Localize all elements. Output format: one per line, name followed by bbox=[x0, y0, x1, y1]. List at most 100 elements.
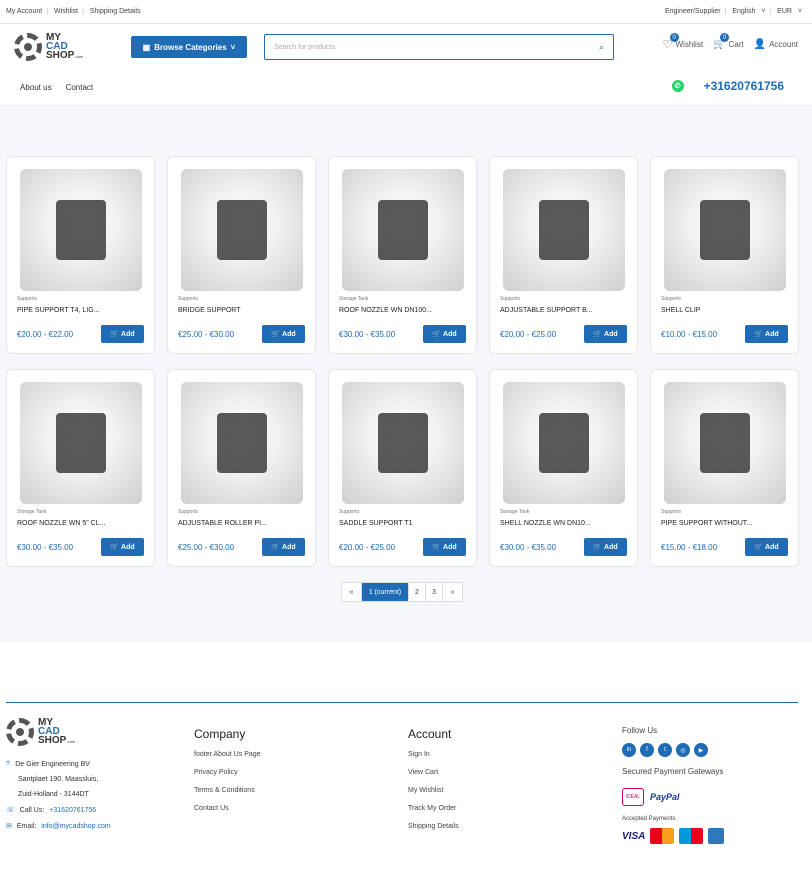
product-card[interactable]: Storage Tank ROOF NOZZLE WN DN100... €30.0… bbox=[328, 156, 477, 354]
product-name[interactable]: SHELL NOZZLE WN DN10... bbox=[500, 520, 627, 527]
product-image[interactable] bbox=[180, 382, 303, 504]
product-card[interactable]: Storage Tank ROOF NOZZLE WN 5" CL... €30.0… bbox=[6, 369, 155, 567]
currency-select[interactable]: EUR ˅ bbox=[777, 8, 802, 15]
product-category[interactable]: Supports bbox=[17, 296, 144, 302]
language-select[interactable]: English ˅ bbox=[732, 8, 765, 15]
footer-link-about[interactable]: footer.About Us Page bbox=[194, 751, 261, 758]
product-name[interactable]: PIPE SUPPORT WITHOUT... bbox=[661, 520, 788, 527]
product-category[interactable]: Supports bbox=[178, 296, 305, 302]
footer-email-link[interactable]: info@mycadshop.com bbox=[41, 823, 110, 830]
product-name[interactable]: PIPE SUPPORT T4, LIG... bbox=[17, 307, 144, 314]
add-to-cart-button[interactable]: 🛒 Add bbox=[745, 325, 788, 343]
youtube-icon[interactable]: ▶ bbox=[694, 743, 708, 757]
ideal-logo: iDEAL bbox=[622, 788, 644, 806]
product-name[interactable]: ADJUSTABLE ROLLER PI... bbox=[178, 520, 305, 527]
twitter-icon[interactable]: t bbox=[658, 743, 672, 757]
phone-link[interactable]: ✆ +31620761756 bbox=[671, 79, 798, 93]
product-image[interactable] bbox=[663, 382, 786, 504]
top-bar: My Account | Wishlist | Shipping Details E… bbox=[0, 0, 812, 24]
footer-link-wishlist[interactable]: My Wishlist bbox=[408, 787, 459, 794]
footer-address: MY CAD SHOP.com ⌾ De Gier Engineering BV … bbox=[6, 718, 122, 838]
product-name[interactable]: ROOF NOZZLE WN DN100... bbox=[339, 307, 466, 314]
product-category[interactable]: Storage Tank bbox=[500, 509, 627, 515]
footer-logo[interactable]: MY CAD SHOP.com bbox=[6, 718, 122, 746]
product-category[interactable]: Supports bbox=[178, 509, 305, 515]
product-image[interactable] bbox=[663, 169, 786, 291]
product-name[interactable]: ADJUSTABLE SUPPORT B... bbox=[500, 307, 627, 314]
product-card[interactable]: Supports PIPE SUPPORT WITHOUT... €15.00 - … bbox=[650, 369, 799, 567]
product-price: €30.00 - €35.00 bbox=[500, 542, 557, 552]
facebook-icon[interactable]: f bbox=[640, 743, 654, 757]
add-to-cart-button[interactable]: 🛒 Add bbox=[584, 325, 627, 343]
cart-icon: 🛒 bbox=[110, 544, 120, 551]
product-card[interactable]: Supports BRIDGE SUPPORT €25.00 - €30.00 🛒 Ad… bbox=[167, 156, 316, 354]
product-category[interactable]: Supports bbox=[500, 296, 627, 302]
page-2-button[interactable]: 2 bbox=[409, 583, 426, 601]
add-to-cart-button[interactable]: 🛒 Add bbox=[262, 325, 305, 343]
product-category[interactable]: Storage Tank bbox=[17, 509, 144, 515]
product-name[interactable]: ROOF NOZZLE WN 5" CL... bbox=[17, 520, 144, 527]
product-image[interactable] bbox=[341, 382, 464, 504]
wishlist-button[interactable]: ♡ 0 Wishlist bbox=[663, 33, 703, 51]
add-to-cart-button[interactable]: 🛒 Add bbox=[423, 538, 466, 556]
location-icon: ⌾ bbox=[6, 760, 11, 767]
first-page-button[interactable]: « bbox=[342, 583, 362, 601]
product-image[interactable] bbox=[19, 169, 142, 291]
instagram-icon[interactable]: ◎ bbox=[676, 743, 690, 757]
product-name[interactable]: BRIDGE SUPPORT bbox=[178, 307, 305, 314]
search-input[interactable]: Search for products ⌕ bbox=[264, 34, 614, 60]
product-card[interactable]: Supports SADDLE SUPPORT T1 €20.00 - €25.00… bbox=[328, 369, 477, 567]
add-to-cart-button[interactable]: 🛒 Add bbox=[101, 538, 144, 556]
product-image[interactable] bbox=[502, 382, 625, 504]
product-image[interactable] bbox=[502, 169, 625, 291]
page-3-button[interactable]: 3 bbox=[426, 583, 443, 601]
footer-link-contact[interactable]: Contact Us bbox=[194, 805, 261, 812]
add-to-cart-button[interactable]: 🛒 Add bbox=[423, 325, 466, 343]
site-logo[interactable]: MY CAD SHOP.com bbox=[14, 33, 130, 61]
browse-categories-button[interactable]: ▦ Browse Categories ˅ bbox=[131, 36, 247, 58]
footer-link-signin[interactable]: Sign In bbox=[408, 751, 459, 758]
product-price: €30.00 - €35.00 bbox=[339, 329, 396, 339]
add-to-cart-button[interactable]: 🛒 Add bbox=[584, 538, 627, 556]
product-card[interactable]: Supports SHELL CLIP €10.00 - €15.00 🛒 Add bbox=[650, 156, 799, 354]
wishlist-link[interactable]: Wishlist bbox=[54, 8, 78, 15]
footer-link-track[interactable]: Track My Order bbox=[408, 805, 459, 812]
cart-icon: 🛒 bbox=[271, 544, 281, 551]
paypal-logo: PayPal bbox=[650, 792, 680, 802]
product-grid: Supports PIPE SUPPORT T4, LIG... €20.00 - … bbox=[6, 156, 799, 567]
my-account-link[interactable]: My Account bbox=[6, 8, 42, 15]
product-category[interactable]: Supports bbox=[339, 509, 466, 515]
search-icon[interactable]: ⌕ bbox=[599, 42, 604, 53]
nav-about[interactable]: About us bbox=[20, 83, 52, 92]
product-name[interactable]: SHELL CLIP bbox=[661, 307, 788, 314]
nav-contact[interactable]: Contact bbox=[66, 83, 94, 92]
footer-link-cart[interactable]: View Cart bbox=[408, 769, 459, 776]
footer-link-terms[interactable]: Terms & Conditions bbox=[194, 787, 261, 794]
role-switch[interactable]: Engineer/Supplier bbox=[665, 8, 721, 15]
footer-phone-link[interactable]: +31620761756 bbox=[49, 807, 96, 814]
product-image[interactable] bbox=[341, 169, 464, 291]
product-card[interactable]: Supports PIPE SUPPORT T4, LIG... €20.00 - … bbox=[6, 156, 155, 354]
product-card[interactable]: Supports ADJUSTABLE SUPPORT B... €20.00 - … bbox=[489, 156, 638, 354]
product-image[interactable] bbox=[19, 382, 142, 504]
product-name[interactable]: SADDLE SUPPORT T1 bbox=[339, 520, 466, 527]
product-card[interactable]: Supports ADJUSTABLE ROLLER PI... €25.00 - … bbox=[167, 369, 316, 567]
product-category[interactable]: Supports bbox=[661, 509, 788, 515]
last-page-button[interactable]: » bbox=[443, 583, 462, 601]
footer-link-privacy[interactable]: Privacy Policy bbox=[194, 769, 261, 776]
cart-button[interactable]: 🛒 0 Cart bbox=[713, 33, 744, 51]
linkedin-icon[interactable]: in bbox=[622, 743, 636, 757]
cart-icon: 🛒 bbox=[432, 331, 442, 338]
account-button[interactable]: 👤 Account bbox=[754, 38, 798, 51]
product-card[interactable]: Storage Tank SHELL NOZZLE WN DN10... €30.0… bbox=[489, 369, 638, 567]
product-category[interactable]: Supports bbox=[661, 296, 788, 302]
footer-link-shipping[interactable]: Shipping Details bbox=[408, 823, 459, 830]
add-to-cart-button[interactable]: 🛒 Add bbox=[745, 538, 788, 556]
add-to-cart-button[interactable]: 🛒 Add bbox=[262, 538, 305, 556]
product-category[interactable]: Storage Tank bbox=[339, 296, 466, 302]
product-image[interactable] bbox=[180, 169, 303, 291]
add-to-cart-button[interactable]: 🛒 Add bbox=[101, 325, 144, 343]
page-1-current[interactable]: 1 (current) bbox=[362, 583, 409, 601]
shipping-details-link[interactable]: Shipping Details bbox=[90, 8, 141, 15]
header: MY CAD SHOP.com ▦ Browse Categories ˅ Se… bbox=[0, 24, 812, 70]
